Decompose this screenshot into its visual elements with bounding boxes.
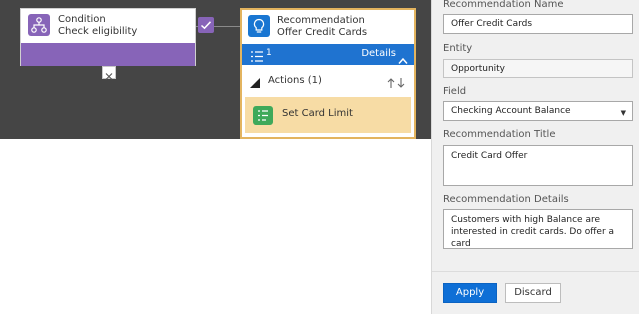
condition-title: Condition	[58, 14, 106, 25]
recommendation-details-label: Recommendation Details	[443, 194, 569, 205]
apply-button[interactable]: Apply	[443, 283, 497, 303]
field-label: Field	[443, 86, 467, 97]
recommendation-card[interactable]: Recommendation Offer Credit Cards 1 Deta…	[240, 8, 416, 139]
discard-button[interactable]: Discard	[505, 283, 561, 303]
properties-panel: Recommendation Name Offer Credit Cards E…	[431, 0, 639, 314]
entity-label: Entity	[443, 43, 473, 54]
recommendation-details-bar[interactable]: 1 Details	[242, 44, 414, 65]
app-root: Condition Check eligibility Recommendati…	[0, 0, 639, 314]
action-count-badge: 1	[266, 48, 272, 58]
actions-section-header[interactable]: Actions (1)	[242, 69, 414, 93]
dropdown-caret-icon[interactable]: ▼	[621, 109, 626, 117]
close-icon[interactable]	[102, 66, 116, 80]
list-icon	[250, 48, 264, 62]
field-select-value: Checking Account Balance	[451, 106, 571, 116]
sort-arrows-icon[interactable]	[386, 74, 406, 88]
field-select[interactable]: Checking Account Balance ▼	[443, 101, 633, 121]
condition-card[interactable]: Condition Check eligibility	[20, 8, 196, 66]
action-item-label: Set Card Limit	[282, 108, 353, 119]
recommendation-subtitle: Offer Credit Cards	[277, 27, 368, 38]
designer-canvas[interactable]: Condition Check eligibility Recommendati…	[0, 0, 431, 139]
action-list-icon	[253, 106, 273, 125]
triangle-icon[interactable]	[249, 74, 261, 88]
panel-divider	[432, 271, 639, 272]
actions-label: Actions (1)	[268, 75, 322, 86]
recommendation-title-textarea[interactable]: Credit Card Offer	[443, 145, 633, 186]
action-item-set-card-limit[interactable]: Set Card Limit	[245, 97, 411, 133]
condition-subtitle: Check eligibility	[58, 26, 138, 37]
checkmark-icon[interactable]	[198, 17, 214, 33]
recommendation-title-label: Recommendation Title	[443, 129, 556, 140]
recommendation-name-input[interactable]: Offer Credit Cards	[443, 14, 633, 34]
condition-card-band	[21, 43, 195, 66]
lightbulb-icon	[248, 15, 270, 37]
recommendation-title: Recommendation	[277, 15, 365, 26]
recommendation-details-textarea[interactable]: Customers with high Balance are interest…	[443, 209, 633, 249]
recommendation-name-label: Recommendation Name	[443, 0, 564, 10]
details-toggle[interactable]: Details	[361, 48, 396, 59]
flow-branch-icon	[28, 14, 50, 36]
entity-field: Opportunity	[443, 59, 633, 78]
chevron-up-icon[interactable]	[398, 50, 408, 64]
condition-card-header: Condition Check eligibility	[21, 9, 195, 43]
